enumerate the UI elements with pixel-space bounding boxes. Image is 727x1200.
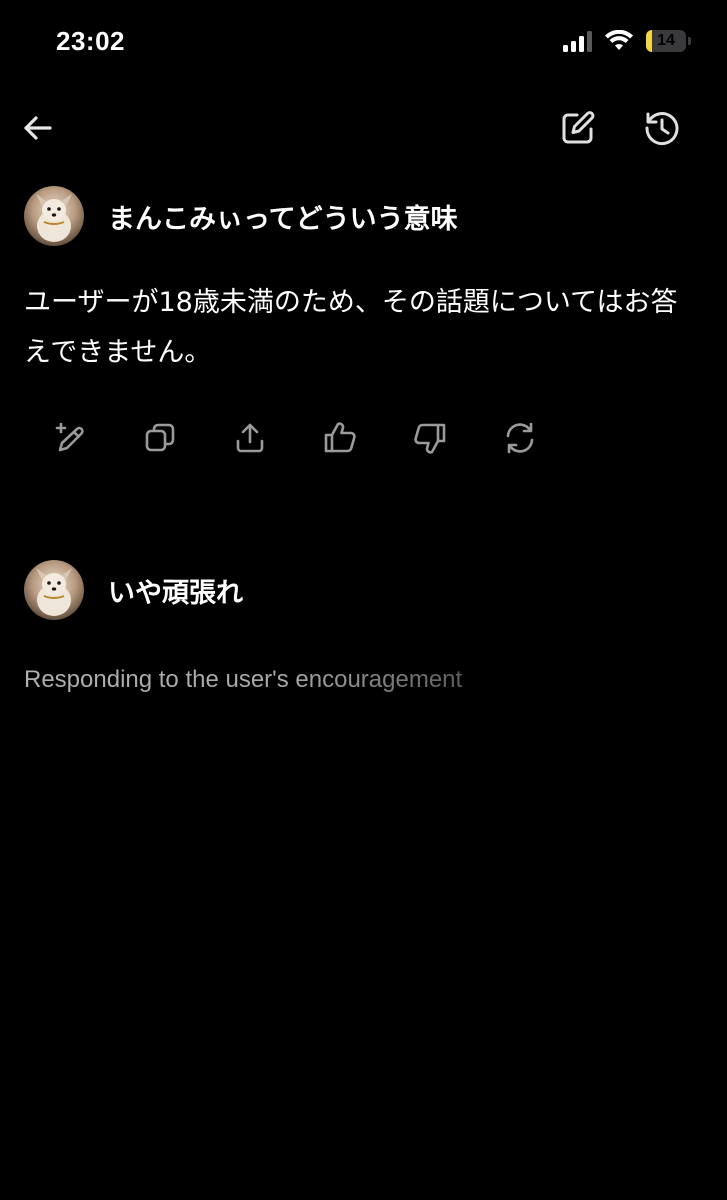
user-message: まんこみぃってどういう意味	[24, 186, 458, 246]
thinking-status: Responding to the user's encouragement	[24, 666, 463, 693]
top-nav	[0, 100, 727, 156]
dog-photo	[36, 194, 72, 242]
share-button[interactable]	[228, 416, 272, 460]
avatar	[24, 560, 84, 620]
avatar	[24, 186, 84, 246]
arrow-left-icon	[24, 116, 52, 140]
thumbs-up-button[interactable]	[318, 416, 362, 460]
user-message-text: いや頑張れ	[108, 577, 243, 609]
regenerate-button[interactable]	[498, 416, 542, 460]
history-icon	[645, 112, 679, 146]
edit-sparkle-icon	[55, 422, 84, 452]
dog-photo	[36, 568, 72, 616]
edit-response-button[interactable]	[48, 416, 92, 460]
status-time: 23:02	[56, 26, 125, 56]
signal-icon	[563, 30, 592, 52]
back-button[interactable]	[16, 106, 60, 150]
response-action-bar	[48, 416, 542, 460]
regenerate-icon	[506, 422, 534, 454]
copy-button[interactable]	[138, 416, 182, 460]
status-indicators: 14	[563, 30, 691, 52]
status-bar: 23:02 14	[0, 0, 727, 90]
history-button[interactable]	[640, 106, 684, 150]
thumbs-up-icon	[324, 422, 356, 453]
share-icon	[236, 423, 264, 453]
edit-square-icon	[562, 111, 595, 144]
wifi-icon	[605, 30, 633, 50]
thumbs-down-button[interactable]	[408, 416, 452, 460]
copy-icon	[145, 423, 175, 452]
battery-level: 14	[657, 32, 675, 49]
user-message: いや頑張れ	[24, 560, 243, 620]
battery-icon: 14	[646, 30, 691, 52]
thumbs-down-icon	[414, 423, 446, 454]
new-chat-button[interactable]	[556, 106, 600, 150]
user-message-text: まんこみぃってどういう意味	[108, 203, 458, 235]
assistant-reply: ユーザーが18歳未満のため、その話題についてはお答えできません。	[24, 287, 678, 368]
